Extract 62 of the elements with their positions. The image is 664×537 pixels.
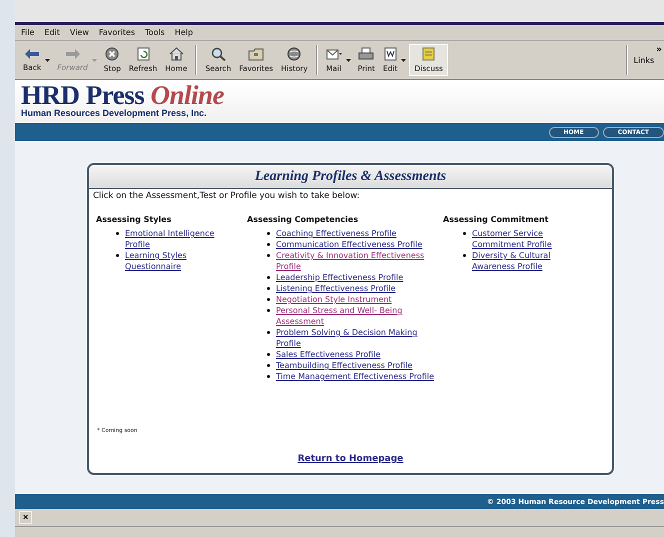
assessment-link[interactable]: Diversity & Cultural Awareness Profile bbox=[472, 250, 593, 272]
caret-icon[interactable] bbox=[45, 58, 50, 62]
card-title: Learning Profiles & Assessments bbox=[254, 168, 446, 184]
assessment-link[interactable]: Personal Stress and Well- Being Assessment bbox=[276, 305, 443, 327]
bullet-icon bbox=[267, 276, 270, 279]
menu-item[interactable]: Help bbox=[174, 28, 193, 37]
refresh-icon bbox=[136, 47, 150, 61]
bullet-icon bbox=[267, 364, 270, 367]
assessment-link[interactable]: Teambuilding Effectiveness Profile bbox=[276, 360, 412, 371]
folder-icon bbox=[248, 48, 264, 60]
mail-icon bbox=[326, 47, 342, 61]
bullet-icon bbox=[116, 232, 119, 235]
assessment-link[interactable]: Time Management Effectiveness Profile bbox=[276, 371, 434, 382]
column-heading: Assessing Commitment bbox=[443, 215, 550, 224]
bullet-icon bbox=[267, 243, 270, 246]
arrow-icon bbox=[24, 48, 40, 60]
menu-item[interactable]: Tools bbox=[145, 28, 165, 37]
bullet-icon bbox=[463, 254, 466, 257]
assessment-link[interactable]: Customer Service Commitment Profile bbox=[472, 228, 593, 250]
arrow-icon bbox=[64, 48, 80, 60]
menu-item[interactable]: Edit bbox=[44, 28, 60, 37]
bullet-icon bbox=[267, 287, 270, 290]
menu-item[interactable]: View bbox=[70, 28, 89, 37]
document-icon bbox=[384, 47, 397, 61]
bullet-icon bbox=[267, 375, 270, 378]
links-button[interactable]: Links bbox=[632, 56, 656, 64]
stop-icon bbox=[105, 47, 120, 61]
assessment-link[interactable]: Communication Effectiveness Profile bbox=[276, 239, 422, 250]
printer-icon bbox=[358, 47, 374, 61]
note-icon bbox=[422, 47, 436, 61]
assessment-link[interactable]: Sales Effectiveness Profile bbox=[276, 349, 380, 360]
bullet-icon bbox=[267, 331, 270, 334]
caret-icon[interactable] bbox=[401, 58, 406, 62]
column-heading: Assessing Competencies bbox=[247, 215, 360, 224]
bullet-icon bbox=[267, 353, 270, 356]
chevron-icon[interactable]: » bbox=[656, 45, 664, 55]
assessment-link[interactable]: Coaching Effectiveness Profile bbox=[276, 228, 396, 239]
bullet-icon bbox=[267, 309, 270, 312]
search-icon bbox=[210, 47, 226, 61]
bullet-icon bbox=[267, 298, 270, 301]
bullet-icon bbox=[267, 232, 270, 235]
assessment-link[interactable]: Listening Effectiveness Profile bbox=[276, 283, 396, 294]
home-icon bbox=[168, 47, 184, 61]
assessment-link[interactable]: Negotiation Style Instrument bbox=[276, 294, 392, 305]
return-link[interactable]: Return to Homepage bbox=[298, 454, 404, 464]
assessment-link[interactable]: Creativity & Innovation Effectiveness Profile bbox=[276, 250, 443, 272]
site-logo[interactable]: HRD Press Online bbox=[21, 83, 658, 108]
bullet-icon bbox=[267, 254, 270, 257]
bullet-icon bbox=[116, 254, 119, 257]
bullet-icon bbox=[463, 232, 466, 235]
assessment-link[interactable]: Learning Styles Questionnaire bbox=[125, 250, 221, 272]
assessment-link[interactable]: Problem Solving & Decision Making Profile bbox=[276, 327, 443, 349]
column-heading: Assessing Styles bbox=[96, 215, 172, 224]
caret-icon[interactable] bbox=[346, 58, 351, 62]
close-button[interactable]: × bbox=[19, 511, 32, 524]
menu-item[interactable]: File bbox=[21, 28, 34, 37]
assessment-link[interactable]: Leadership Effectiveness Profile bbox=[276, 272, 404, 283]
instruction-text: Click on the Assessment,Test or Profile you wish to take below: bbox=[92, 190, 361, 203]
site-tagline: Human Resources Development Press, Inc. bbox=[21, 108, 208, 118]
assessment-link[interactable]: Emotional Intelligence Profile bbox=[125, 228, 221, 250]
globe-icon bbox=[286, 47, 302, 61]
menu-item[interactable]: Favorites bbox=[98, 28, 136, 37]
